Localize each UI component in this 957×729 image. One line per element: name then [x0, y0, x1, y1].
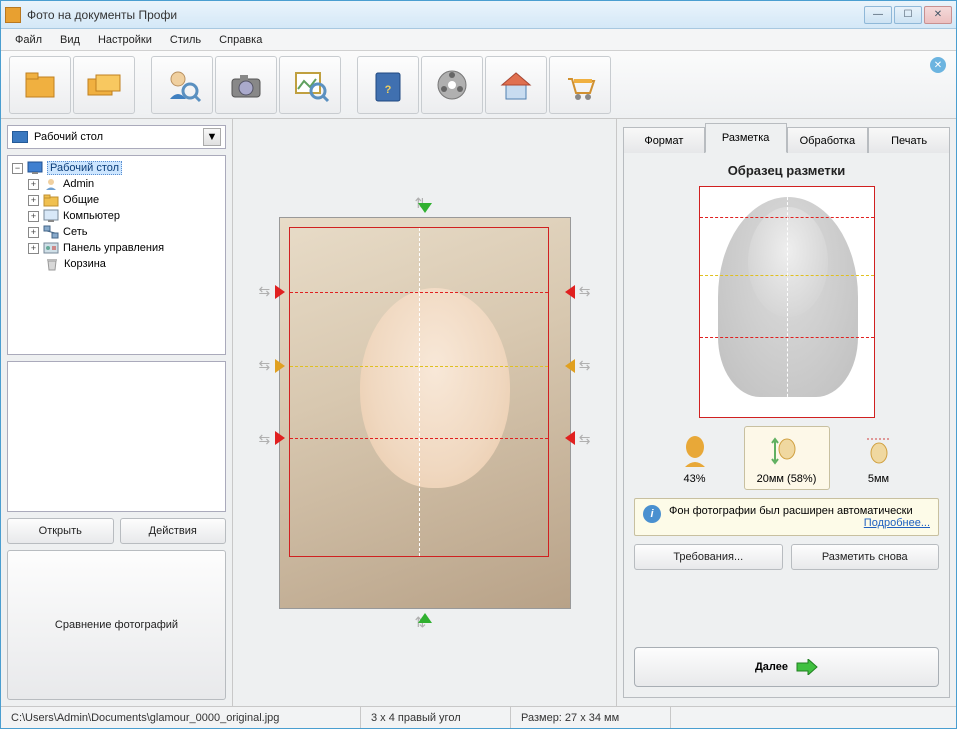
toolbar-camera-button[interactable] — [215, 56, 277, 114]
tree-node-admin[interactable]: +Admin — [12, 176, 221, 192]
maximize-button[interactable]: ☐ — [894, 6, 922, 24]
eye-guide[interactable] — [290, 366, 548, 367]
metric-face-height[interactable]: 20мм (58%) — [744, 426, 830, 490]
handle-eye-right[interactable] — [565, 359, 575, 373]
toolbar-help-button[interactable]: ? — [357, 56, 419, 114]
handle-eye-left[interactable] — [275, 359, 285, 373]
top-guide[interactable] — [290, 292, 548, 293]
toolbar-close-help-icon[interactable]: ✕ — [930, 57, 946, 73]
editor-area: ⇆ ⇆ ⇆ ⇆ ⇆ ⇆ ⇅ ⇅ — [233, 119, 616, 706]
metric-head-ratio[interactable]: 43% — [652, 426, 738, 490]
minimize-button[interactable]: — — [864, 6, 892, 24]
info-text: Фон фотографии был расширен автоматическ… — [669, 505, 913, 517]
metrics-row: 43% 20мм (58%) 5мм — [634, 426, 939, 490]
titlebar: Фото на документы Профи — ☐ ✕ — [1, 1, 956, 29]
menu-file[interactable]: Файл — [7, 32, 50, 48]
photo-canvas[interactable]: ⇆ ⇆ ⇆ ⇆ ⇆ ⇆ ⇅ ⇅ — [265, 203, 585, 623]
toolbar: ? ✕ — [1, 51, 956, 119]
app-icon — [5, 7, 21, 23]
tab-format[interactable]: Формат — [623, 127, 705, 153]
info-box: i Фон фотографии был расширен автоматиче… — [634, 498, 939, 536]
menu-settings[interactable]: Настройки — [90, 32, 160, 48]
folder-combo-label: Рабочий стол — [34, 131, 197, 143]
metric-top-margin[interactable]: 5мм — [836, 426, 922, 490]
toolbar-folders-button[interactable] — [73, 56, 135, 114]
tabs: Формат Разметка Обработка Печать — [623, 123, 950, 153]
toolbar-home-button[interactable] — [485, 56, 547, 114]
window-title: Фото на документы Профи — [27, 8, 864, 22]
tab-processing[interactable]: Обработка — [787, 127, 869, 153]
menu-view[interactable]: Вид — [52, 32, 88, 48]
thumbnail-preview — [7, 361, 226, 512]
arrow-right-icon — [796, 659, 818, 675]
tree-node-public[interactable]: +Общие — [12, 192, 221, 208]
sample-image — [699, 186, 875, 418]
close-button[interactable]: ✕ — [924, 6, 952, 24]
handle-bottom[interactable] — [418, 613, 432, 623]
left-panel: Рабочий стол ▼ −Рабочий стол +Admin +Общ… — [1, 119, 233, 706]
info-icon: i — [643, 505, 661, 523]
sample-title: Образец разметки — [634, 163, 939, 178]
remark-button[interactable]: Разметить снова — [791, 544, 940, 570]
info-link[interactable]: Подробнее... — [864, 517, 930, 529]
handle-chin-left[interactable] — [275, 431, 285, 445]
head-icon — [673, 431, 717, 471]
tab-markup[interactable]: Разметка — [705, 123, 787, 153]
menubar: Файл Вид Настройки Стиль Справка — [1, 29, 956, 51]
right-panel: Формат Разметка Обработка Печать Образец… — [616, 119, 956, 706]
menu-help[interactable]: Справка — [211, 32, 270, 48]
handle-top-right[interactable] — [565, 285, 575, 299]
handle-top-left[interactable] — [275, 285, 285, 299]
status-size: Размер: 27 x 34 мм — [511, 707, 671, 728]
menu-style[interactable]: Стиль — [162, 32, 209, 48]
toolbar-film-button[interactable] — [421, 56, 483, 114]
face-height-icon — [765, 431, 809, 471]
handle-top[interactable] — [418, 203, 432, 213]
actions-button[interactable]: Действия — [120, 518, 227, 544]
folder-combo[interactable]: Рабочий стол ▼ — [7, 125, 226, 149]
monitor-icon — [12, 131, 28, 143]
compare-button[interactable]: Сравнение фотографий — [7, 550, 226, 701]
folder-tree: −Рабочий стол +Admin +Общие +Компьютер +… — [7, 155, 226, 355]
tree-node-network[interactable]: +Сеть — [12, 224, 221, 240]
toolbar-person-search-button[interactable] — [151, 56, 213, 114]
tree-node-computer[interactable]: +Компьютер — [12, 208, 221, 224]
toolbar-photo-search-button[interactable] — [279, 56, 341, 114]
requirements-button[interactable]: Требования... — [634, 544, 783, 570]
open-button[interactable]: Открыть — [7, 518, 114, 544]
tab-print[interactable]: Печать — [868, 127, 950, 153]
toolbar-cart-button[interactable] — [549, 56, 611, 114]
margin-icon — [857, 431, 901, 471]
app-window: Фото на документы Профи — ☐ ✕ Файл Вид Н… — [0, 0, 957, 729]
svg-text:?: ? — [385, 84, 392, 96]
status-format: 3 x 4 правый угол — [361, 707, 511, 728]
tab-body: Образец разметки 43% 20м — [623, 153, 950, 698]
tree-node-trash[interactable]: Корзина — [12, 256, 221, 272]
tree-node-control-panel[interactable]: +Панель управления — [12, 240, 221, 256]
statusbar: C:\Users\Admin\Documents\glamour_0000_or… — [1, 706, 956, 728]
handle-chin-right[interactable] — [565, 431, 575, 445]
next-button[interactable]: Далее — [634, 647, 939, 687]
toolbar-folder-button[interactable] — [9, 56, 71, 114]
crop-frame[interactable] — [289, 227, 549, 557]
center-guide — [419, 228, 420, 556]
chevron-down-icon: ▼ — [203, 128, 221, 146]
chin-guide[interactable] — [290, 438, 548, 439]
status-path: C:\Users\Admin\Documents\glamour_0000_or… — [1, 707, 361, 728]
tree-node-desktop[interactable]: −Рабочий стол — [12, 160, 221, 176]
